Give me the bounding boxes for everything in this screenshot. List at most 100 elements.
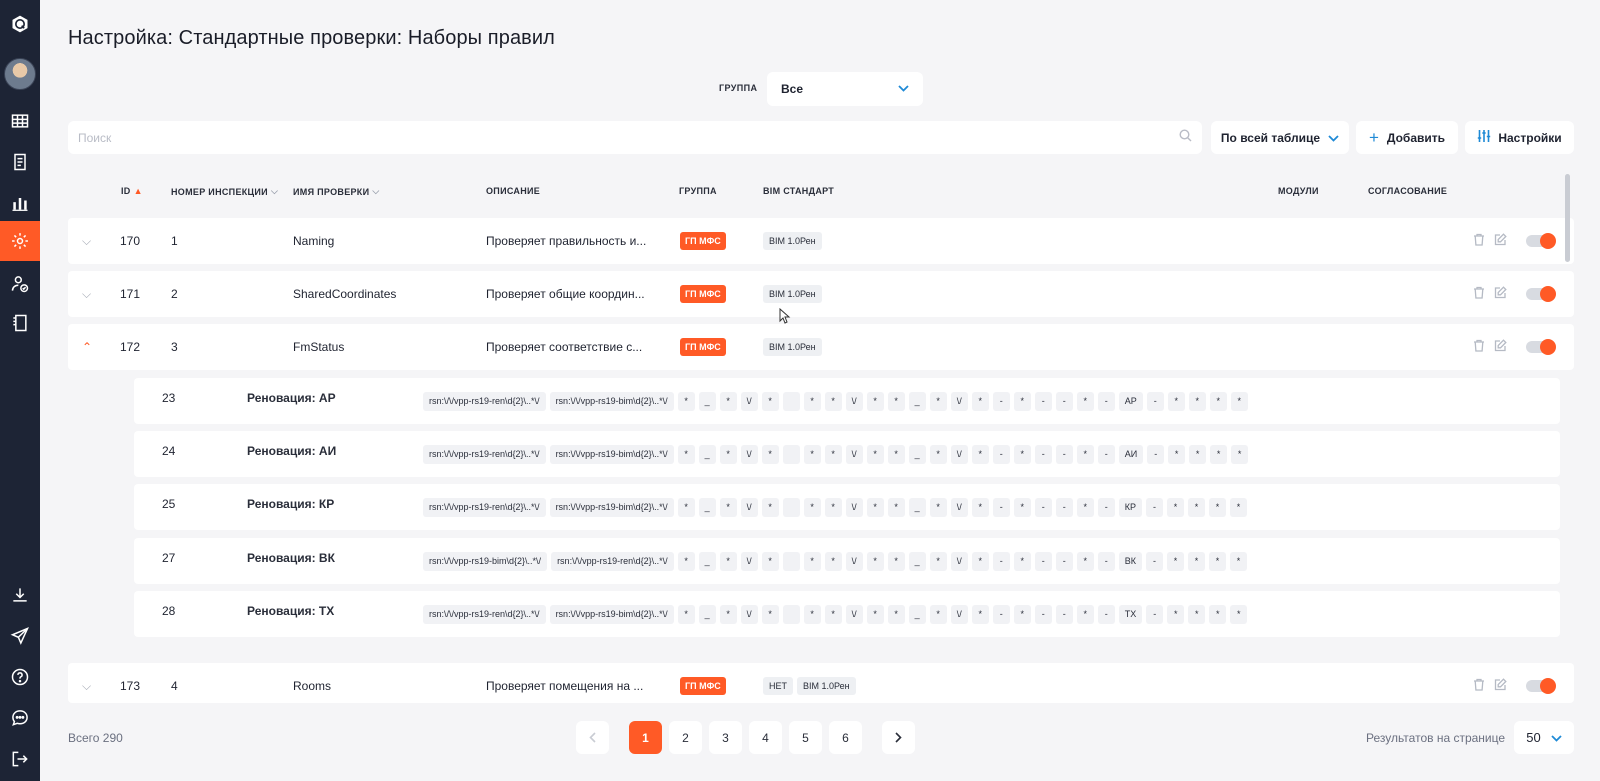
- group-select[interactable]: Все: [767, 72, 923, 106]
- page-button[interactable]: 3: [709, 721, 742, 754]
- rule-symbol: *: [824, 498, 842, 517]
- rule-symbol: *: [866, 392, 884, 411]
- avatar[interactable]: [4, 58, 36, 90]
- row-description: Проверяет общие координ...: [486, 287, 645, 301]
- rule-symbol: -: [992, 605, 1010, 624]
- trash-icon[interactable]: [1473, 339, 1485, 355]
- active-toggle[interactable]: [1526, 339, 1556, 355]
- rule-symbol: *: [866, 498, 884, 517]
- rule-symbol: -: [1055, 498, 1073, 517]
- download-icon[interactable]: [0, 575, 40, 615]
- chevron-down-icon: ⌵: [270, 186, 279, 196]
- column-header-id[interactable]: ID ▲: [121, 186, 143, 196]
- chevron-down-icon[interactable]: ⌵: [82, 234, 91, 249]
- rule-set-name: Реновация: ТХ: [247, 604, 335, 618]
- rule-symbol: *: [1208, 498, 1226, 517]
- rule-symbol: -: [992, 552, 1010, 571]
- rule-set-id: 25: [162, 497, 176, 511]
- rule-set-row[interactable]: 25 Реновация: КР rsn:\/\/vpp-rs19-ren\d{2}…: [134, 484, 1560, 530]
- row-id: 171: [120, 287, 141, 301]
- path-pattern: rsn:\/\/vpp-rs19-bim\d{2}\..*\/: [423, 552, 548, 571]
- trash-icon[interactable]: [1473, 286, 1485, 302]
- per-page-select[interactable]: 50: [1514, 721, 1574, 754]
- total-count: Всего 290: [68, 731, 123, 745]
- rule-symbol: *: [1013, 445, 1031, 464]
- active-toggle[interactable]: [1526, 678, 1556, 694]
- trash-icon[interactable]: [1473, 678, 1485, 694]
- page-button[interactable]: 6: [829, 721, 862, 754]
- search-scope-dropdown[interactable]: По всей таблице: [1211, 121, 1349, 154]
- edit-icon[interactable]: [1494, 339, 1507, 355]
- rule-symbol: *: [677, 498, 695, 517]
- rule-symbol: -: [1034, 392, 1052, 411]
- user-check-icon[interactable]: [0, 264, 40, 304]
- rule-symbol: *: [803, 605, 821, 624]
- table-scrollbar[interactable]: [1565, 174, 1570, 262]
- chevron-down-icon[interactable]: ⌵: [82, 679, 91, 694]
- group-badge: ГП МФС: [680, 232, 726, 250]
- page-button[interactable]: 2: [669, 721, 702, 754]
- rule-symbol: *: [761, 552, 779, 571]
- rule-symbol: *: [761, 392, 779, 411]
- path-pattern: rsn:\/\/vpp-rs19-bim\d{2}\..*\/: [549, 605, 674, 624]
- row-description: Проверяет помещения на ...: [486, 679, 644, 693]
- book-icon[interactable]: [0, 303, 40, 343]
- gear-icon[interactable]: [0, 221, 40, 261]
- page-button[interactable]: 1: [629, 721, 662, 754]
- chevron-left-icon: [589, 732, 596, 743]
- chevron-down-icon[interactable]: ⌵: [82, 287, 91, 302]
- logout-icon[interactable]: [0, 739, 40, 779]
- row-name: SharedCoordinates: [293, 287, 397, 301]
- column-header-label: ИМЯ ПРОВЕРКИ: [293, 186, 370, 197]
- table-row[interactable]: ⌵ 171 2 SharedCoordinates Проверяет общи…: [68, 271, 1574, 317]
- page-button[interactable]: 5: [789, 721, 822, 754]
- add-button[interactable]: + Добавить: [1356, 121, 1458, 154]
- rule-set-row[interactable]: 23 Реновация: АР rsn:\/\/vpp-rs19-ren\d{2}…: [134, 378, 1560, 424]
- document-icon[interactable]: [0, 142, 40, 182]
- rule-set-row[interactable]: 24 Реновация: АИ rsn:\/\/vpp-rs19-ren\d{2}…: [134, 431, 1560, 477]
- rule-symbol: *: [1076, 605, 1094, 624]
- table-row[interactable]: ⌵ 170 1 Naming Проверяет правильность и.…: [68, 218, 1574, 264]
- rule-set-id: 24: [162, 444, 176, 458]
- table-icon[interactable]: [0, 101, 40, 141]
- logo-icon[interactable]: [0, 4, 40, 44]
- row-inspection-number: 1: [171, 234, 178, 248]
- chat-icon[interactable]: [0, 698, 40, 738]
- row-inspection-number: 3: [171, 340, 178, 354]
- rule-symbol: [782, 605, 800, 624]
- table-row-expanded[interactable]: ⌃ 172 3 FmStatus Проверяет соответствие …: [68, 324, 1574, 370]
- rule-symbol: *: [1013, 392, 1031, 411]
- send-icon[interactable]: [0, 616, 40, 656]
- active-toggle[interactable]: [1526, 286, 1556, 302]
- rule-set-id: 27: [162, 551, 176, 565]
- table-row[interactable]: ⌵ 173 4 Rooms Проверяет помещения на ...…: [68, 663, 1574, 703]
- edit-icon[interactable]: [1494, 286, 1507, 302]
- page-button[interactable]: 4: [749, 721, 782, 754]
- discipline-code: АИ: [1118, 445, 1144, 464]
- column-header-name[interactable]: ИМЯ ПРОВЕРКИ ⌵: [293, 186, 379, 197]
- rule-symbol: *: [971, 498, 989, 517]
- next-page-button[interactable]: [882, 721, 915, 754]
- help-icon[interactable]: [0, 657, 40, 697]
- chevron-up-icon[interactable]: ⌃: [82, 340, 92, 354]
- rule-symbol: *: [1231, 445, 1249, 464]
- rule-symbol: *: [1076, 552, 1094, 571]
- edit-icon[interactable]: [1494, 678, 1507, 694]
- rule-set-row[interactable]: 28 Реновация: ТХ rsn:\/\/vpp-rs19-ren\d{2}…: [134, 591, 1560, 637]
- rule-symbol: *: [1166, 498, 1184, 517]
- rule-symbol: _: [698, 552, 716, 571]
- bim-standard-badge: BIM 1.0Рен: [763, 338, 822, 356]
- rule-set-row[interactable]: 27 Реновация: ВК rsn:\/\/vpp-rs19-bim\d{2}…: [134, 538, 1560, 584]
- rule-symbol: -: [1146, 605, 1164, 624]
- search-input[interactable]: Поиск: [68, 121, 1202, 154]
- column-header-inspection[interactable]: НОМЕР ИНСПЕКЦИИ ⌵: [171, 186, 278, 197]
- bim-standard-badge: НЕТ: [763, 677, 793, 695]
- settings-button[interactable]: Настройки: [1465, 121, 1574, 154]
- rule-symbol: *: [929, 498, 947, 517]
- rule-symbol: _: [908, 605, 926, 624]
- prev-page-button[interactable]: [576, 721, 609, 754]
- trash-icon[interactable]: [1473, 233, 1485, 249]
- active-toggle[interactable]: [1526, 233, 1556, 249]
- edit-icon[interactable]: [1494, 233, 1507, 249]
- rule-symbol: \/: [845, 552, 863, 571]
